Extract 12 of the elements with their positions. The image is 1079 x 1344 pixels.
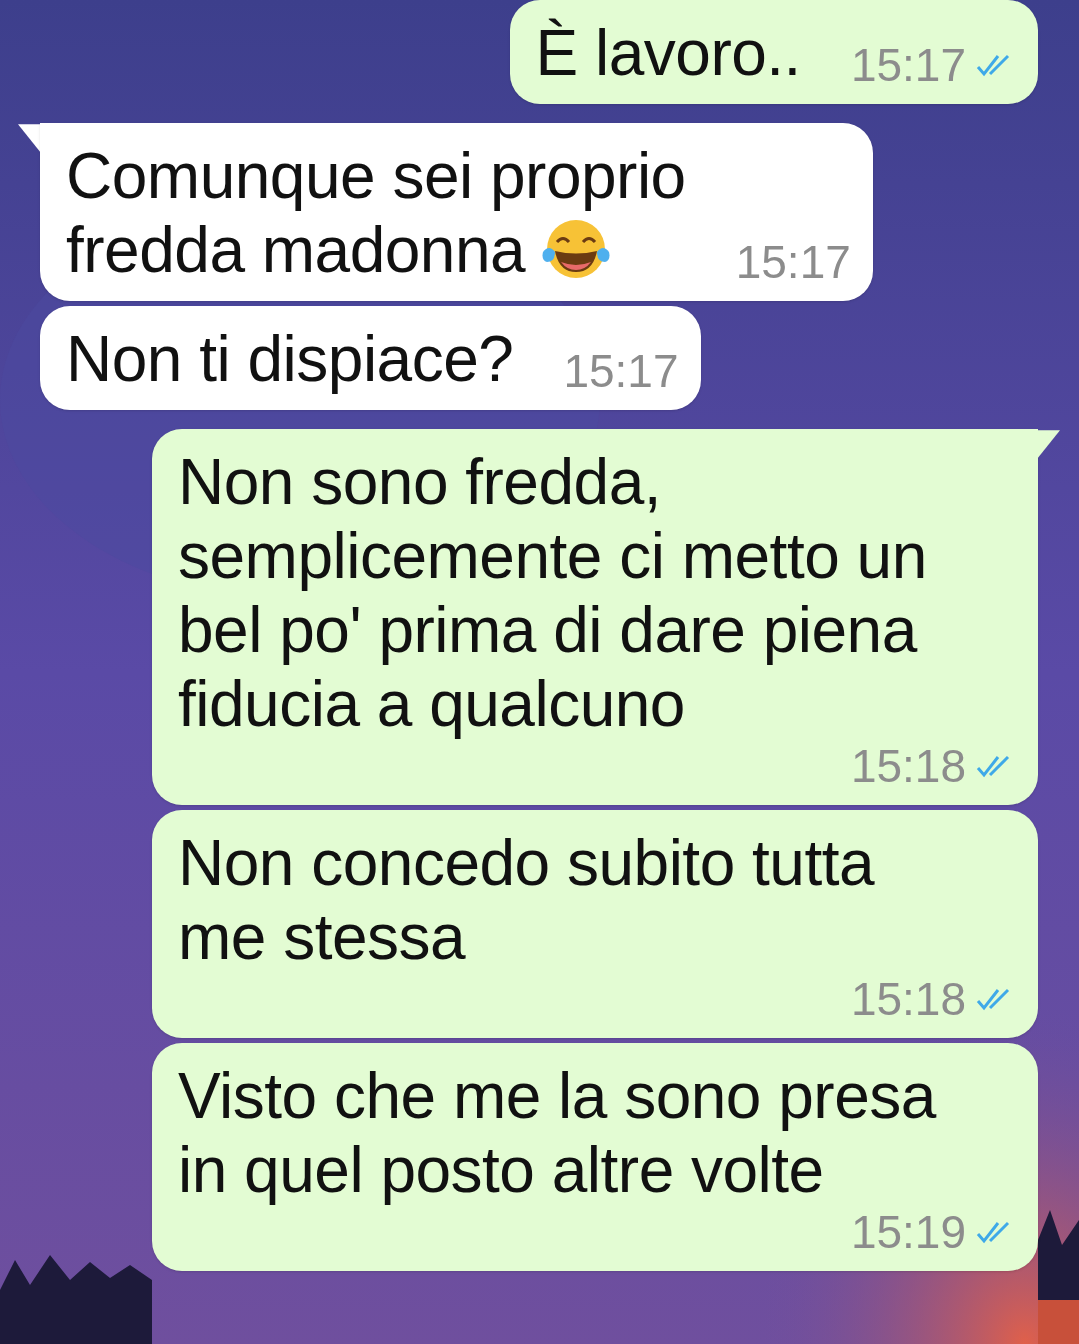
message-time: 15:18 bbox=[850, 741, 966, 791]
message-text: Visto che me la sono presa in quel posto altre volte bbox=[178, 1060, 936, 1206]
message-time: 15:19 bbox=[850, 1207, 966, 1257]
message-time: 15:18 bbox=[850, 974, 966, 1024]
message-text: Non sono fredda, semplicemente ci metto un bel po' prima di dare piena fiducia a qualcuno bbox=[178, 446, 927, 740]
message-time: 15:17 bbox=[563, 346, 679, 396]
message-text: È lavoro.. bbox=[535, 17, 801, 89]
message-time: 15:17 bbox=[735, 237, 851, 287]
message-text: Comunque sei proprio fredda madonna bbox=[66, 140, 686, 286]
message-text: Non ti dispiace? bbox=[66, 323, 514, 395]
message-text: Non concedo subito tutta me stessa bbox=[178, 827, 875, 973]
message-time: 15:17 bbox=[850, 40, 966, 90]
